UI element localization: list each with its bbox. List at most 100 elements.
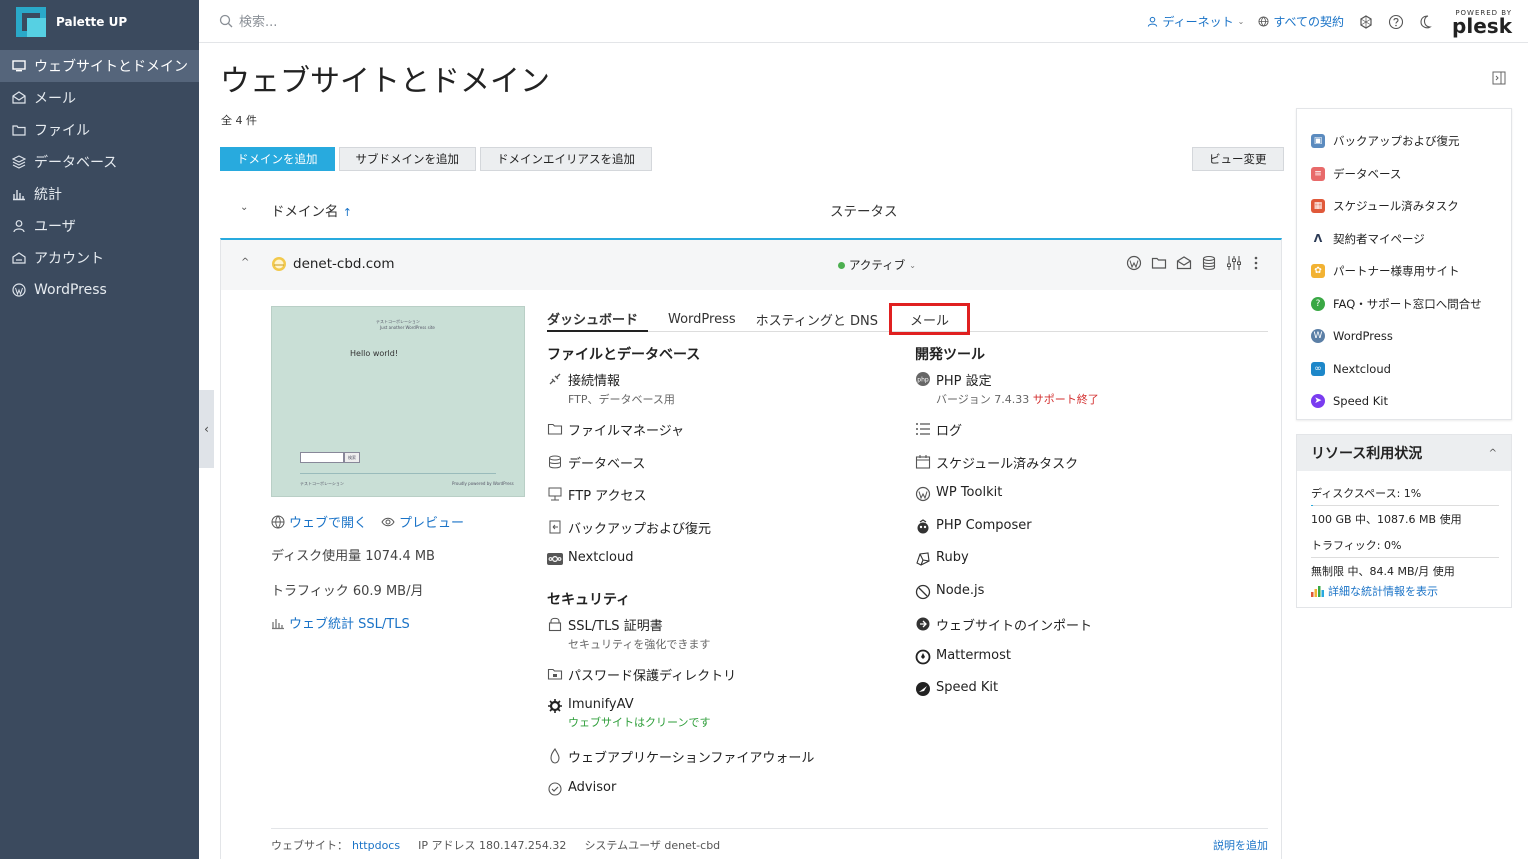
page-title: ウェブサイトとドメイン — [220, 64, 550, 99]
sidebar-item-label: アカウント — [34, 251, 104, 267]
wordpress-icon — [915, 486, 931, 502]
column-status[interactable]: ステータス — [830, 200, 898, 220]
add-subdomain-button[interactable]: サブドメインを追加 — [338, 147, 476, 171]
quick-link-speed-kit[interactable]: ➤ Speed Kit — [1311, 385, 1497, 418]
more-options-icon[interactable] — [1251, 255, 1261, 271]
quick-link-wordpress[interactable]: W WordPress — [1311, 320, 1497, 353]
nextcloud-item[interactable]: Nextcloud — [547, 550, 907, 583]
web-stats-link[interactable]: ウェブ統計 SSL/TLS — [271, 613, 464, 632]
quick-link-nextcloud[interactable]: ∞ Nextcloud — [1311, 353, 1497, 386]
wordpress-icon[interactable] — [1126, 255, 1142, 271]
file-manager-item[interactable]: ファイルマネージャ — [547, 420, 907, 453]
sidebar-item-websites[interactable]: ウェブサイトとドメイン — [0, 50, 199, 82]
website-import-label: ウェブサイトのインポート — [936, 619, 1093, 634]
folder-icon[interactable] — [1151, 255, 1167, 271]
nodejs-item[interactable]: Node.js — [915, 583, 1275, 616]
disk-progress-bar — [1311, 505, 1499, 506]
scheduled-tasks-item[interactable]: スケジュール済みタスク — [915, 453, 1275, 486]
traffic-progress-bar — [1311, 557, 1499, 558]
bar-chart-icon — [11, 187, 26, 202]
backup-restore-item[interactable]: バックアップおよび復元 — [547, 518, 907, 551]
expand-all-icon[interactable]: ⌄ — [240, 202, 248, 213]
ssl-item[interactable]: SSL/TLS 証明書 セキュリティを強化できます — [547, 615, 907, 665]
account-icon — [11, 251, 26, 266]
puzzle-icon[interactable] — [1358, 14, 1374, 30]
quick-link-support[interactable]: ? FAQ・サポート窓口へ問合せ — [1311, 288, 1497, 321]
ruby-item[interactable]: Ruby — [915, 550, 1275, 583]
waf-item[interactable]: ウェブアプリケーションファイアウォール — [547, 747, 907, 780]
scheduled-tasks-label: スケジュール済みタスク — [936, 456, 1079, 472]
collapse-icon[interactable]: ^ — [241, 257, 249, 268]
user-menu[interactable]: ディーネット ⌄ — [1147, 13, 1244, 30]
subscriptions-menu[interactable]: すべての契約 — [1258, 13, 1344, 30]
sidebar-item-files[interactable]: ファイル — [0, 114, 199, 146]
resource-usage-header[interactable]: リソース利用状況 ^ — [1297, 435, 1511, 471]
tab-wordpress[interactable]: WordPress — [658, 306, 746, 332]
column-domain-name[interactable]: ドメイン名 ↑ — [271, 200, 352, 220]
ftp-access-item[interactable]: FTP アクセス — [547, 485, 907, 518]
wp-toolkit-item[interactable]: WP Toolkit — [915, 485, 1275, 518]
quick-link-backup[interactable]: ▣ バックアップおよび復元 — [1311, 125, 1497, 158]
moon-icon[interactable] — [1418, 14, 1434, 30]
php-settings-item[interactable]: php PHP 設定 バージョン 7.4.33 サポート終了 — [915, 370, 1275, 420]
bar-chart-icon — [1311, 586, 1324, 597]
tab-hosting-dns[interactable]: ホスティングと DNS — [746, 306, 888, 332]
quick-link-databases[interactable]: ≡ データベース — [1311, 158, 1497, 191]
add-domain-button[interactable]: ドメインを追加 — [220, 147, 335, 171]
add-description-link[interactable]: 説明を追加 — [1213, 837, 1268, 853]
speed-kit-item[interactable]: Speed Kit — [915, 680, 1275, 713]
change-view-button[interactable]: ビュー変更 — [1192, 147, 1284, 171]
database-icon[interactable] — [1201, 255, 1217, 271]
help-icon[interactable] — [1388, 14, 1404, 30]
sidebar-item-statistics[interactable]: 統計 — [0, 178, 199, 210]
imunify-label: ImunifyAV — [568, 697, 634, 712]
password-dir-item[interactable]: パスワード保護ディレクトリ — [547, 665, 907, 698]
tab-dashboard[interactable]: ダッシュボード — [547, 306, 649, 332]
php-eol-warning[interactable]: サポート終了 — [1033, 393, 1099, 406]
mail-icon[interactable] — [1176, 255, 1192, 271]
brand[interactable]: Palette UP — [0, 0, 199, 44]
search-box[interactable]: 検索... — [219, 11, 277, 30]
domain-row[interactable]: ^ denet-cbd.com アクティブ ⌄ — [221, 240, 1281, 290]
sidebar-item-databases[interactable]: データベース — [0, 146, 199, 178]
status-label: アクティブ — [849, 258, 906, 272]
website-import-item[interactable]: ウェブサイトのインポート — [915, 615, 1275, 648]
mattermost-item[interactable]: Mattermost — [915, 648, 1275, 681]
sidebar-item-mail[interactable]: メール — [0, 82, 199, 114]
logs-label: ログ — [936, 424, 963, 439]
quick-link-member-page[interactable]: Λ 契約者マイページ — [1311, 223, 1497, 256]
detailed-stats-link[interactable]: 詳細な統計情報を表示 — [1311, 581, 1497, 601]
add-alias-button[interactable]: ドメインエイリアスを追加 — [480, 147, 652, 171]
advisor-item[interactable]: Advisor — [547, 780, 907, 813]
sliders-icon[interactable] — [1226, 255, 1242, 271]
databases-item[interactable]: データベース — [547, 453, 907, 486]
imunify-item[interactable]: ImunifyAV ウェブサイトはクリーンです — [547, 697, 907, 747]
quick-link-scheduled-tasks[interactable]: ▦ スケジュール済みタスク — [1311, 190, 1497, 223]
quick-link-partner-site[interactable]: ✿ パートナー様専用サイト — [1311, 255, 1497, 288]
sidebar-collapse-handle[interactable]: ‹ — [199, 390, 214, 468]
speed-kit-label: Speed Kit — [936, 680, 999, 695]
php-composer-label: PHP Composer — [936, 517, 1032, 533]
backup-restore-label: バックアップおよび復元 — [568, 521, 712, 537]
logs-item[interactable]: ログ — [915, 420, 1275, 453]
search-input[interactable]: 検索... — [239, 11, 277, 30]
tab-mail[interactable]: メール — [888, 303, 971, 335]
status-badge[interactable]: アクティブ ⌄ — [838, 257, 916, 273]
website-root-link[interactable]: httpdocs — [352, 839, 400, 852]
site-thumbnail[interactable]: テストコーポレーション Just another WordPress site … — [271, 306, 525, 497]
toolbar: ドメインを追加 サブドメインを追加 ドメインエイリアスを追加 — [220, 147, 652, 171]
panel-toggle-icon[interactable] — [1492, 71, 1506, 85]
list-header: ⌄ ドメイン名 ↑ ステータス — [220, 196, 1282, 224]
connection-info-item[interactable]: 接続情報 FTP、データベース用 — [547, 370, 907, 420]
preview-link[interactable]: プレビュー — [381, 512, 464, 531]
open-in-web-link[interactable]: ウェブで開く — [271, 512, 367, 531]
sidebar-item-wordpress[interactable]: WordPress — [0, 274, 199, 306]
sidebar-item-account[interactable]: アカウント — [0, 242, 199, 274]
domain-name[interactable]: denet-cbd.com — [293, 256, 395, 272]
sidebar-item-label: ファイル — [34, 123, 90, 139]
nextcloud-icon: ∞ — [1311, 361, 1325, 376]
php-composer-item[interactable]: PHP Composer — [915, 518, 1275, 551]
sidebar-item-users[interactable]: ユーザ — [0, 210, 199, 242]
chevron-up-icon[interactable]: ^ — [1489, 448, 1497, 459]
folder-icon — [547, 421, 563, 437]
